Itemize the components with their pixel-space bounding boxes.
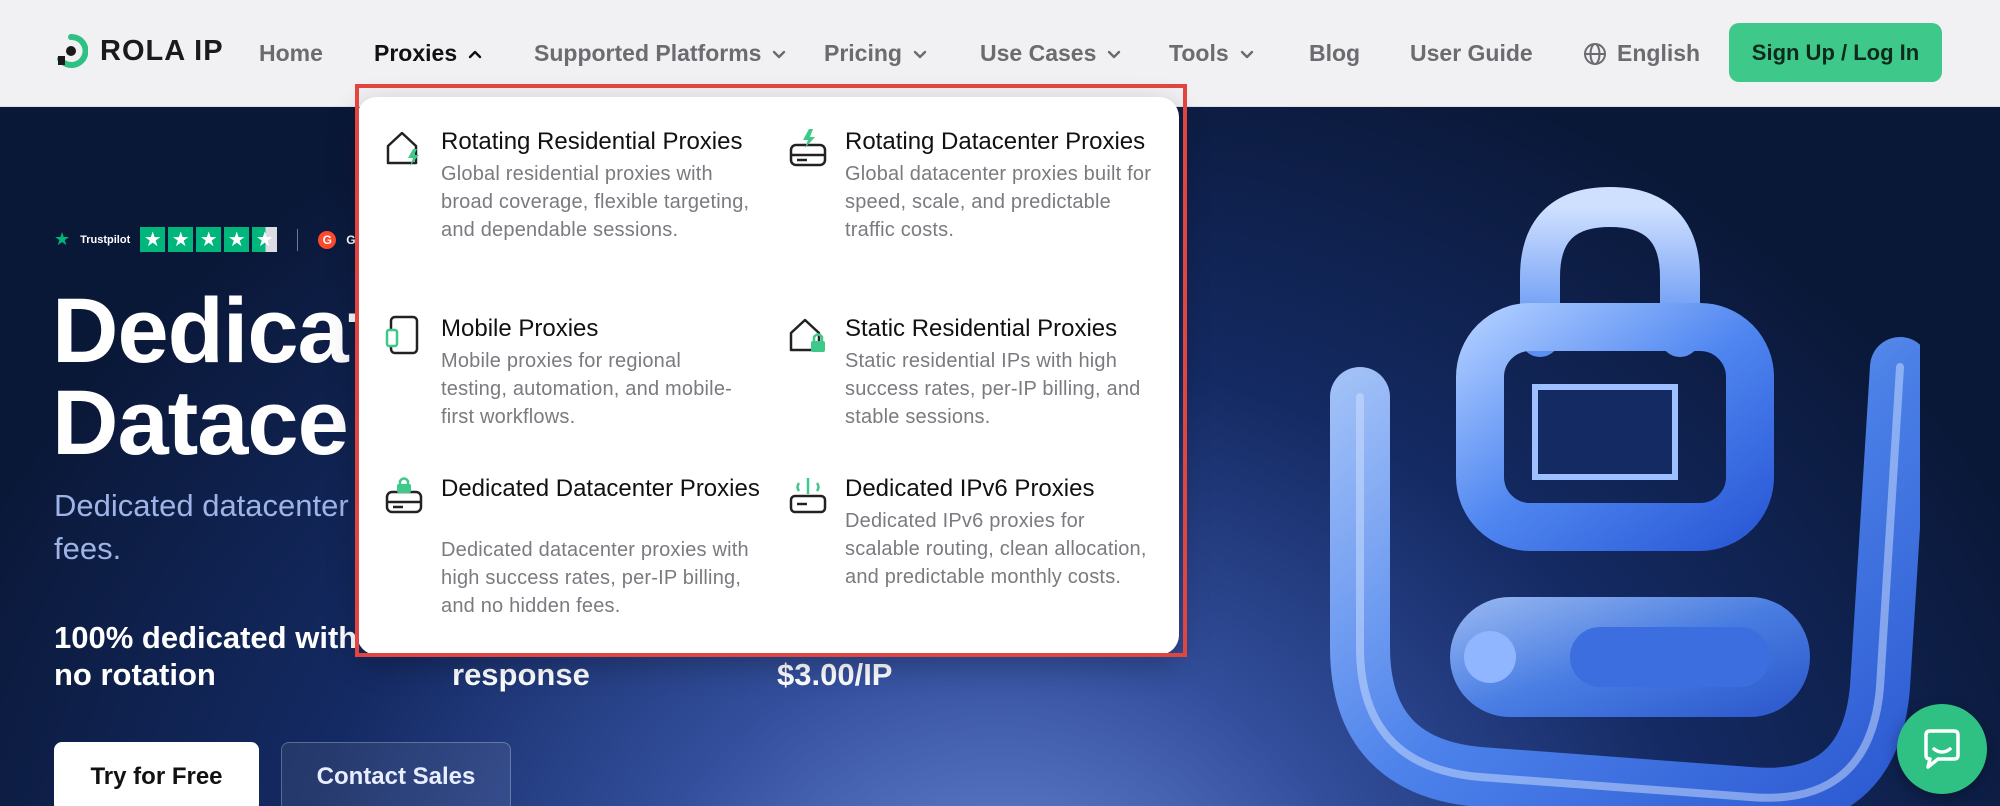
feature-price: $3.00/IP — [777, 656, 892, 693]
menu-item-title: Rotating Datacenter Proxies — [845, 128, 1146, 155]
try-for-free-button[interactable]: Try for Free — [54, 742, 259, 806]
feature-response: response — [452, 656, 590, 693]
mobile-icon — [385, 315, 419, 355]
chevron-down-icon — [913, 50, 927, 58]
logo-text: ROLA IP — [100, 34, 224, 67]
star-icon: ★ — [168, 227, 194, 252]
feature-dedicated: 100% dedicated with no rotation — [54, 619, 357, 693]
divider — [297, 228, 299, 251]
feature-price-line2: $3.00/IP — [777, 657, 893, 692]
trustpilot-label: Trustpilot — [80, 233, 131, 246]
sign-up-login-button[interactable]: Sign Up / Log In — [1729, 23, 1942, 82]
logo-icon — [57, 34, 88, 68]
star-icon: ★ — [196, 227, 222, 252]
nav-blog-label: Blog — [1309, 40, 1361, 66]
nav-supported-platforms-label: Supported Platforms — [534, 40, 762, 66]
nav-user-guide-label: User Guide — [1410, 40, 1533, 66]
star-icon: ★ — [140, 227, 166, 252]
chevron-down-icon — [1108, 50, 1121, 58]
menu-item-title: Mobile Proxies — [441, 315, 599, 342]
menu-item-desc: Static residential IPs with high success… — [845, 350, 1141, 428]
nav-supported-platforms[interactable]: Supported Platforms — [534, 0, 787, 107]
router-icon — [789, 478, 827, 514]
nav-tools-label: Tools — [1169, 40, 1229, 66]
globe-icon — [1584, 42, 1606, 65]
logo[interactable]: ROLA IP — [54, 34, 224, 68]
nav-blog[interactable]: Blog — [1309, 0, 1360, 107]
nav-pricing-label: Pricing — [824, 40, 902, 66]
menu-item-title: Static Residential Proxies — [845, 315, 1118, 342]
menu-item-mobile[interactable]: Mobile Proxies Mobile proxies for region… — [383, 314, 753, 434]
trustpilot-stars: ★ ★ ★ ★ ★ — [140, 227, 278, 252]
star-icon: ★ — [224, 227, 250, 252]
nav-proxies-label: Proxies — [374, 40, 458, 66]
nav-use-cases-label: Use Cases — [980, 40, 1097, 66]
trustpilot-logo-icon: ★ — [54, 229, 71, 249]
menu-item-desc: Global datacenter proxies built for spee… — [845, 163, 1152, 241]
house-lock-icon — [789, 318, 825, 352]
chat-bubble-icon — [1924, 729, 1960, 769]
menu-item-rotating-datacenter[interactable]: Rotating Datacenter Proxies Global datac… — [787, 127, 1157, 247]
feature-dedicated-line2: no rotation — [54, 657, 216, 692]
feature-response-line2: response — [452, 657, 590, 692]
proxies-dropdown-menu: Rotating Residential Proxies Global resi… — [357, 97, 1179, 655]
hero-title: Dedicat Datace — [52, 280, 378, 474]
menu-item-title: Rotating Residential Proxies — [441, 128, 743, 155]
chevron-down-icon — [1240, 50, 1253, 58]
nav-pricing[interactable]: Pricing — [824, 0, 928, 107]
menu-item-dedicated-ipv6[interactable]: Dedicated IPv6 Proxies Dedicated IPv6 pr… — [787, 474, 1157, 594]
contact-sales-button[interactable]: Contact Sales — [281, 742, 511, 806]
chevron-down-icon — [773, 50, 786, 58]
menu-item-desc: Dedicated IPv6 proxies for scalable rout… — [845, 510, 1147, 588]
language-selector[interactable]: English — [1583, 0, 1700, 107]
menu-item-title: Dedicated IPv6 Proxies — [845, 475, 1095, 502]
server-lock-illustration — [1330, 186, 1920, 806]
nav-home-label: Home — [259, 40, 323, 66]
hero-title-line1: Dedicat — [52, 280, 378, 382]
chat-button[interactable] — [1897, 704, 1987, 794]
server-bolt-icon — [789, 129, 827, 167]
menu-item-rotating-residential[interactable]: Rotating Residential Proxies Global resi… — [383, 127, 753, 277]
ratings-bar: ★ Trustpilot ★ ★ ★ ★ ★ G G2 — [54, 227, 362, 252]
nav-home[interactable]: Home — [259, 0, 323, 107]
g2-logo-icon: G — [318, 230, 337, 249]
menu-item-desc: Dedicated datacenter proxies with high s… — [441, 539, 749, 617]
chevron-up-icon — [468, 50, 482, 58]
nav-proxies[interactable]: Proxies — [352, 0, 506, 107]
house-bolt-icon — [386, 131, 419, 166]
menu-item-static-residential[interactable]: Static Residential Proxies Static reside… — [787, 314, 1157, 434]
hero-title-line2: Datace — [52, 372, 349, 474]
half-star-icon: ★ — [252, 227, 278, 252]
top-navigation: ROLA IP Home Proxies Supported Platforms… — [0, 0, 2000, 107]
nav-user-guide[interactable]: User Guide — [1410, 0, 1533, 107]
menu-item-title: Dedicated Datacenter Proxies — [441, 475, 760, 502]
language-label: English — [1617, 40, 1701, 66]
nav-tools[interactable]: Tools — [1169, 0, 1255, 107]
menu-item-desc: Mobile proxies for regional testing, aut… — [441, 350, 733, 428]
nav-use-cases[interactable]: Use Cases — [980, 0, 1122, 107]
menu-item-desc: Global residential proxies with broad co… — [441, 163, 750, 241]
menu-item-dedicated-datacenter[interactable]: Dedicated Datacenter Proxies Dedicated d… — [383, 474, 760, 624]
feature-dedicated-line1: 100% dedicated with — [54, 620, 358, 655]
server-lock-icon — [385, 477, 423, 514]
